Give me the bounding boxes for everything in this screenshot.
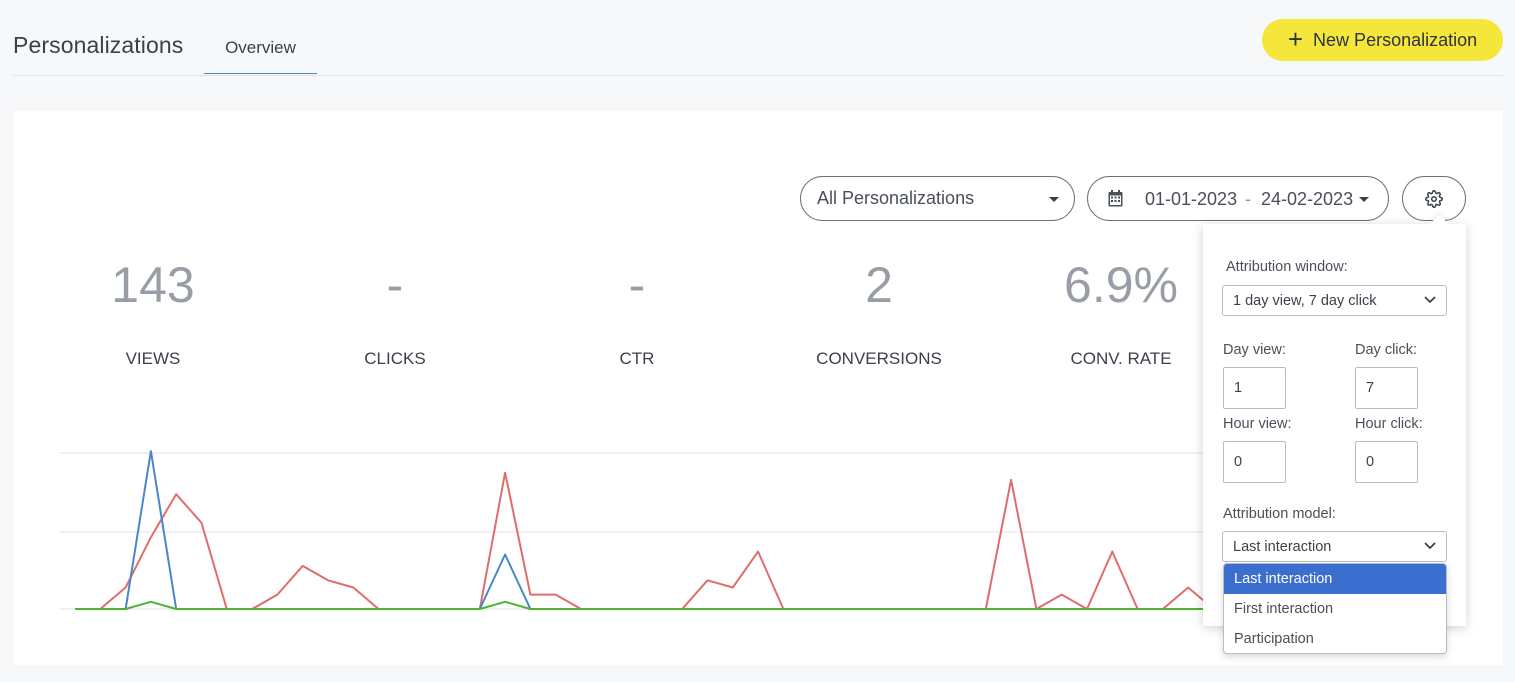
stat-label: CLICKS <box>364 349 426 368</box>
stat-views: 143 VIEWS <box>53 255 253 369</box>
day-view-input[interactable]: 1 <box>1223 367 1286 409</box>
day-click-input[interactable]: 7 <box>1355 367 1418 409</box>
attribution-window-value: 1 day view, 7 day click <box>1233 293 1377 309</box>
attribution-model-select[interactable]: Last interaction <box>1222 531 1447 562</box>
calendar-icon <box>1108 190 1123 207</box>
stat-label: CONVERSIONS <box>816 349 942 368</box>
page-title: Personalizations <box>13 32 184 58</box>
hour-view-input[interactable]: 0 <box>1223 441 1286 483</box>
personalization-select[interactable]: All Personalizations <box>800 176 1075 221</box>
plus-icon: + <box>1287 23 1304 54</box>
stat-value: - <box>386 257 404 313</box>
attribution-window-select[interactable]: 1 day view, 7 day click <box>1222 285 1447 316</box>
settings-button[interactable] <box>1402 176 1466 221</box>
date-end: 24-02-2023 <box>1261 189 1354 209</box>
series-line-1 <box>75 450 1220 610</box>
stat-ctr: - CTR <box>537 255 737 369</box>
hour-click-label: Hour click: <box>1355 416 1423 432</box>
date-separator: - <box>1245 189 1251 209</box>
option-participation[interactable]: Participation <box>1224 624 1446 653</box>
tab-overview[interactable]: Overview <box>204 38 317 74</box>
attribution-model-label: Attribution model: <box>1223 506 1336 522</box>
stat-conversions: 2 CONVERSIONS <box>779 255 979 369</box>
hour-view-label: Hour view: <box>1223 416 1292 432</box>
option-first-interaction[interactable]: First interaction <box>1224 594 1446 624</box>
series-line-0 <box>75 471 1220 610</box>
stat-value: - <box>628 257 646 313</box>
chevron-down-icon <box>1424 296 1436 304</box>
day-click-label: Day click: <box>1355 342 1418 358</box>
attribution-model-value: Last interaction <box>1233 539 1332 555</box>
day-view-label: Day view: <box>1223 342 1286 358</box>
stat-conv-rate: 6.9% CONV. RATE <box>1021 255 1221 369</box>
stat-value: 6.9% <box>1064 257 1178 313</box>
option-last-interaction[interactable]: Last interaction <box>1224 564 1446 594</box>
caret-down-icon <box>1359 197 1369 202</box>
caret-down-icon <box>1049 197 1059 202</box>
stat-value: 2 <box>865 257 893 313</box>
stat-label: VIEWS <box>125 349 181 368</box>
new-personalization-button[interactable]: + New Personalization <box>1262 19 1503 61</box>
stat-label: CONV. RATE <box>1070 349 1172 368</box>
hour-click-input[interactable]: 0 <box>1355 441 1418 483</box>
date-range-picker[interactable]: 01-01-2023 - 24-02-2023 <box>1087 176 1389 221</box>
personalization-select-value: All Personalizations <box>817 188 975 208</box>
chevron-down-icon <box>1424 542 1436 550</box>
stat-value: 143 <box>111 257 195 313</box>
trend-chart <box>60 450 1220 610</box>
stat-clicks: - CLICKS <box>295 255 495 369</box>
new-personalization-label: New Personalization <box>1313 29 1478 50</box>
gear-icon <box>1425 189 1443 208</box>
attribution-window-label: Attribution window: <box>1226 259 1348 275</box>
stat-label: CTR <box>619 349 655 368</box>
attribution-model-options: Last interaction First interaction Parti… <box>1223 563 1447 654</box>
date-start: 01-01-2023 <box>1145 189 1238 209</box>
